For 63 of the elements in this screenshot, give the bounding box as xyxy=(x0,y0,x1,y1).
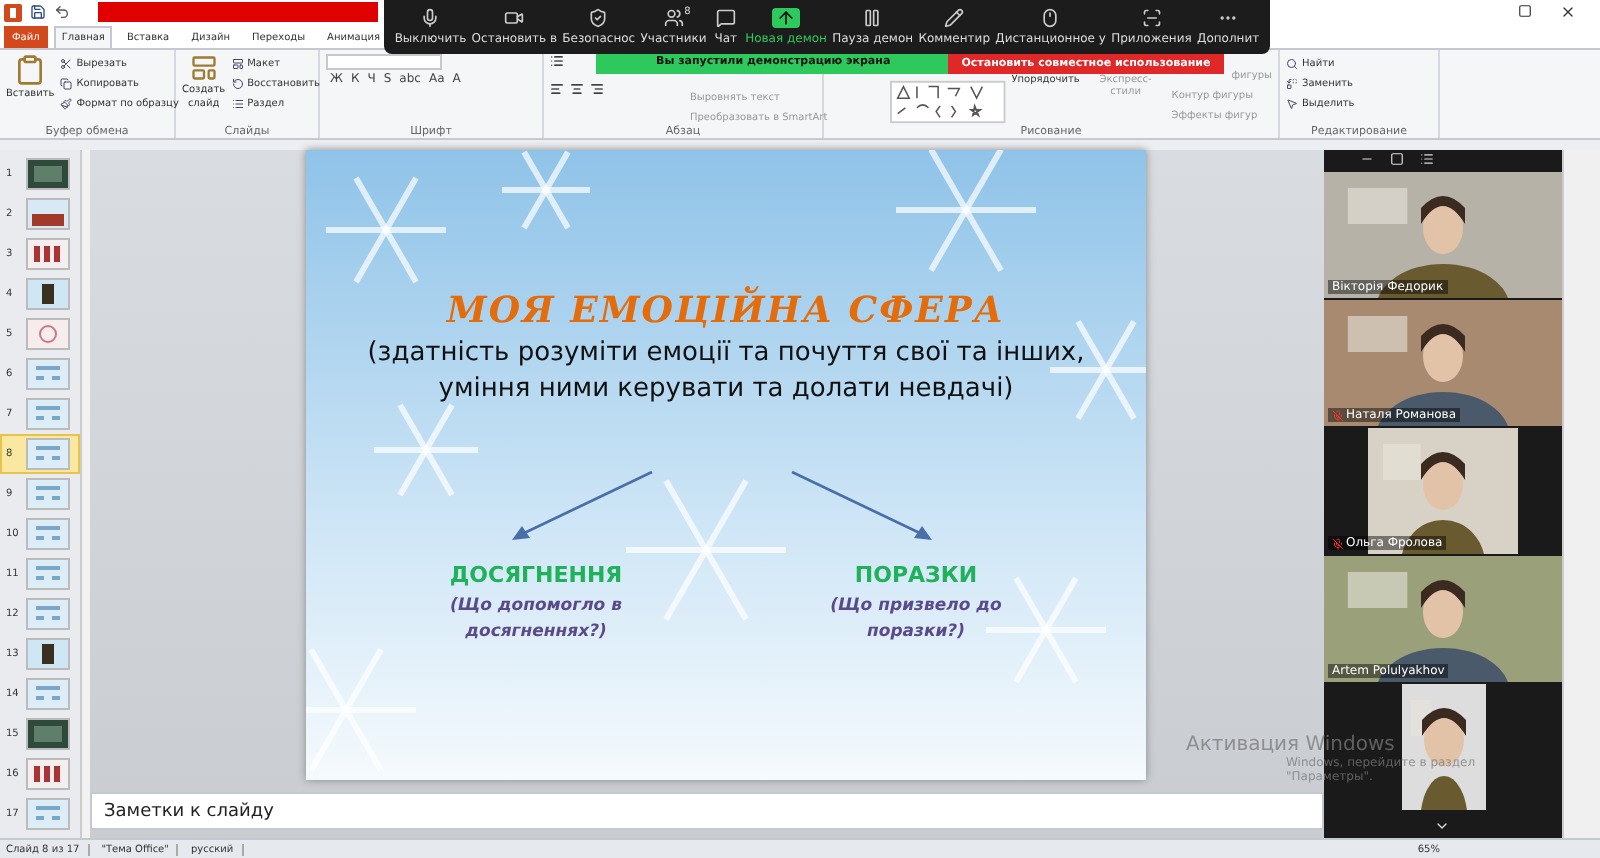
slide-thumbnail xyxy=(26,558,70,590)
undo-icon[interactable] xyxy=(54,4,70,20)
view-icon[interactable] xyxy=(1390,152,1404,166)
apps-icon xyxy=(1141,8,1162,28)
slide-thumbnail xyxy=(26,718,70,750)
slide-thumbnail xyxy=(26,198,70,230)
slide-thumbnail xyxy=(26,638,70,670)
slide-thumbnail xyxy=(26,158,70,190)
people-icon xyxy=(663,8,684,28)
slide-thumbnail xyxy=(26,318,70,350)
branch-note: (Що допомогло в досягненнях?) xyxy=(447,594,624,646)
align-left-icon[interactable] xyxy=(550,82,564,96)
slide-thumbnail xyxy=(26,798,70,830)
slide-thumbnail xyxy=(26,238,70,270)
chevron-down-icon[interactable] xyxy=(1434,818,1450,834)
shield-icon xyxy=(588,8,609,28)
arrow xyxy=(790,470,934,542)
slide-thumbnail xyxy=(26,278,70,310)
slide-thumbnail xyxy=(26,358,70,390)
copy-icon xyxy=(60,77,73,89)
pause-icon xyxy=(862,8,883,28)
shapes-gallery[interactable] xyxy=(890,80,1006,124)
close-icon[interactable] xyxy=(1560,4,1576,20)
scissors-icon xyxy=(60,57,73,69)
slide-layout-icon xyxy=(189,54,218,82)
scrollbar[interactable] xyxy=(1562,150,1600,838)
microphone-icon xyxy=(420,8,441,28)
slide-thumbnail xyxy=(26,478,70,510)
muted-mic-icon xyxy=(1332,537,1344,549)
branch-heading: ДОСЯГНЕННЯ xyxy=(449,562,623,589)
replace-icon xyxy=(1286,77,1298,89)
section-icon xyxy=(231,97,244,109)
layout-icon xyxy=(231,57,244,69)
arrow-up-icon xyxy=(776,8,796,28)
reset-icon xyxy=(231,77,244,89)
slide-thumbnail xyxy=(26,758,70,790)
restore-icon[interactable] xyxy=(1518,4,1532,18)
arrow xyxy=(510,470,654,542)
align-right-icon[interactable] xyxy=(590,82,604,96)
branch-note: (Що призвело до поразки?) xyxy=(828,594,1004,646)
clipboard-icon xyxy=(14,54,47,86)
minimize-icon[interactable] xyxy=(1360,152,1374,166)
speaker-view-icon[interactable] xyxy=(1420,152,1434,166)
notes-field[interactable]: Заметки к слайду xyxy=(90,792,1324,830)
camera-icon xyxy=(504,8,525,28)
slide-thumbnail xyxy=(26,598,70,630)
save-icon[interactable] xyxy=(30,4,46,20)
search-icon xyxy=(1286,57,1298,69)
align-center-icon[interactable] xyxy=(570,82,584,96)
font-field[interactable] xyxy=(326,54,442,70)
slide-title: МОЯ ЕМОЦІЙНА СФЕРА xyxy=(446,290,1006,332)
list-icon[interactable] xyxy=(550,54,564,68)
slide-thumbnail xyxy=(26,438,70,470)
chat-icon xyxy=(715,8,736,28)
slide-thumbnail xyxy=(26,678,70,710)
paintbrush-icon xyxy=(60,97,73,109)
mouse-icon xyxy=(1040,8,1061,28)
branch-heading: ПОРАЗКИ xyxy=(854,562,978,589)
pencil-icon xyxy=(944,8,965,28)
slide-thumbnail xyxy=(26,518,70,550)
pointer-icon xyxy=(1286,97,1298,109)
slide-thumbnail xyxy=(26,398,70,430)
slide-subtitle: (здатність розуміти емоції та почуття свої та інших, уміння ними керувати та долати невдачі) xyxy=(365,336,1087,407)
